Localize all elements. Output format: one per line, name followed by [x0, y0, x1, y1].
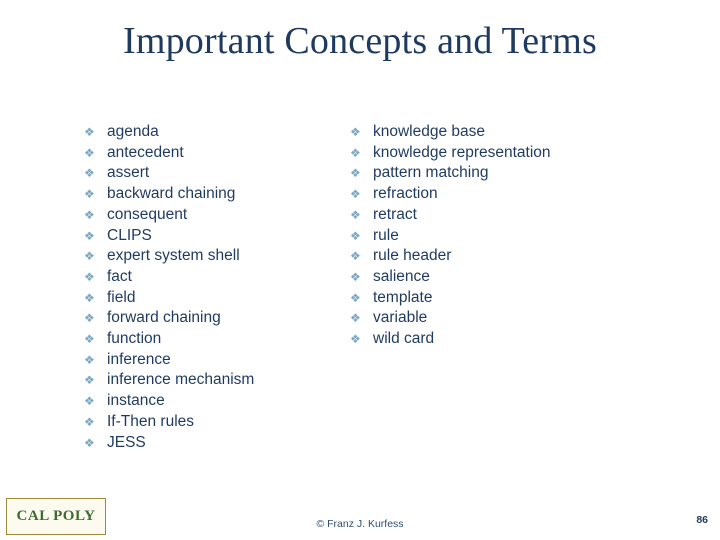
list-item-label: antecedent: [107, 143, 184, 161]
list-item: ❖ wild card: [350, 329, 720, 349]
list-item: ❖ CLIPS: [84, 226, 330, 246]
diamond-bullet-icon: ❖: [84, 414, 95, 429]
list-item-label: template: [373, 288, 433, 306]
diamond-bullet-icon: ❖: [84, 352, 95, 367]
list-item-label: refraction: [373, 185, 438, 203]
page-number: 86: [696, 514, 708, 526]
left-term-list: ❖ agenda ❖ antecedent ❖ assert ❖ backward ch…: [84, 122, 330, 453]
list-item: ❖ refraction: [350, 184, 720, 204]
diamond-bullet-icon: ❖: [84, 228, 95, 243]
list-item-label: function: [107, 330, 162, 348]
list-item-label: retract: [373, 205, 417, 223]
diamond-bullet-icon: ❖: [350, 166, 361, 181]
diamond-bullet-icon: ❖: [84, 249, 95, 264]
diamond-bullet-icon: ❖: [84, 394, 95, 409]
diamond-bullet-icon: ❖: [84, 145, 95, 160]
diamond-bullet-icon: ❖: [84, 166, 95, 181]
list-item: ❖ field: [84, 288, 330, 308]
list-item: ❖ knowledge representation: [350, 143, 720, 163]
diamond-bullet-icon: ❖: [350, 311, 361, 326]
diamond-bullet-icon: ❖: [350, 207, 361, 222]
diamond-bullet-icon: ❖: [84, 373, 95, 388]
list-item-label: knowledge representation: [373, 143, 551, 161]
list-item-label: forward chaining: [107, 309, 221, 327]
list-item: ❖ salience: [350, 267, 720, 287]
terms-columns: ❖ agenda ❖ antecedent ❖ assert ❖ backward ch…: [0, 122, 720, 453]
list-item-label: CLIPS: [107, 226, 152, 244]
list-item: ❖ If-Then rules: [84, 412, 330, 432]
list-item-label: salience: [373, 267, 430, 285]
list-item: ❖ instance: [84, 391, 330, 411]
list-item: ❖ agenda: [84, 122, 330, 142]
diamond-bullet-icon: ❖: [84, 125, 95, 139]
diamond-bullet-icon: ❖: [84, 187, 95, 202]
list-item-label: inference mechanism: [107, 371, 255, 389]
list-item: ❖ rule header: [350, 246, 720, 266]
right-term-list: ❖ knowledge base ❖ knowledge representatio…: [350, 122, 720, 349]
list-item-label: field: [107, 288, 136, 306]
list-item-label: wild card: [373, 330, 435, 348]
list-item: ❖ assert: [84, 163, 330, 183]
list-item: ❖ expert system shell: [84, 246, 330, 266]
list-item-label: backward chaining: [107, 185, 236, 203]
list-item: ❖ inference mechanism: [84, 370, 330, 390]
list-item-label: rule: [373, 226, 399, 244]
list-item: ❖ function: [84, 329, 330, 349]
list-item: ❖ template: [350, 288, 720, 308]
list-item: ❖ variable: [350, 308, 720, 328]
diamond-bullet-icon: ❖: [350, 145, 361, 160]
left-column: ❖ agenda ❖ antecedent ❖ assert ❖ backward ch…: [0, 122, 330, 453]
list-item-label: JESS: [107, 433, 146, 451]
diamond-bullet-icon: ❖: [350, 228, 361, 243]
diamond-bullet-icon: ❖: [84, 332, 95, 347]
list-item: ❖ inference: [84, 350, 330, 370]
diamond-bullet-icon: ❖: [84, 269, 95, 284]
slide: Important Concepts and Terms ❖ agenda ❖ an…: [0, 0, 720, 540]
footer-copyright: © Franz J. Kurfess: [316, 518, 404, 530]
list-item: ❖ backward chaining: [84, 184, 330, 204]
list-item-label: expert system shell: [107, 247, 240, 265]
right-column: ❖ knowledge base ❖ knowledge representatio…: [330, 122, 720, 453]
list-item-label: variable: [373, 309, 428, 327]
page-title: Important Concepts and Terms: [123, 20, 597, 62]
list-item: ❖ retract: [350, 205, 720, 225]
list-item: ❖ knowledge base: [350, 122, 720, 142]
diamond-bullet-icon: ❖: [350, 290, 361, 305]
diamond-bullet-icon: ❖: [84, 435, 95, 450]
diamond-bullet-icon: ❖: [350, 249, 361, 264]
list-item-label: agenda: [107, 123, 159, 140]
diamond-bullet-icon: ❖: [84, 207, 95, 222]
diamond-bullet-icon: ❖: [350, 332, 361, 347]
list-item: ❖ JESS: [84, 433, 330, 453]
diamond-bullet-icon: ❖: [350, 125, 361, 139]
list-item-label: assert: [107, 164, 150, 182]
list-item-label: consequent: [107, 205, 188, 223]
list-item: ❖ forward chaining: [84, 308, 330, 328]
diamond-bullet-icon: ❖: [84, 290, 95, 305]
list-item: ❖ rule: [350, 226, 720, 246]
list-item-label: fact: [107, 267, 132, 285]
list-item-label: pattern matching: [373, 164, 489, 182]
diamond-bullet-icon: ❖: [84, 311, 95, 326]
list-item-label: If-Then rules: [107, 412, 195, 430]
list-item-label: rule header: [373, 247, 452, 265]
list-item-label: instance: [107, 392, 165, 410]
list-item: ❖ antecedent: [84, 143, 330, 163]
list-item-label: knowledge base: [373, 123, 486, 140]
list-item-label: inference: [107, 350, 171, 368]
list-item: ❖ fact: [84, 267, 330, 287]
list-item: ❖ pattern matching: [350, 163, 720, 183]
diamond-bullet-icon: ❖: [350, 187, 361, 202]
diamond-bullet-icon: ❖: [350, 269, 361, 284]
list-item: ❖ consequent: [84, 205, 330, 225]
